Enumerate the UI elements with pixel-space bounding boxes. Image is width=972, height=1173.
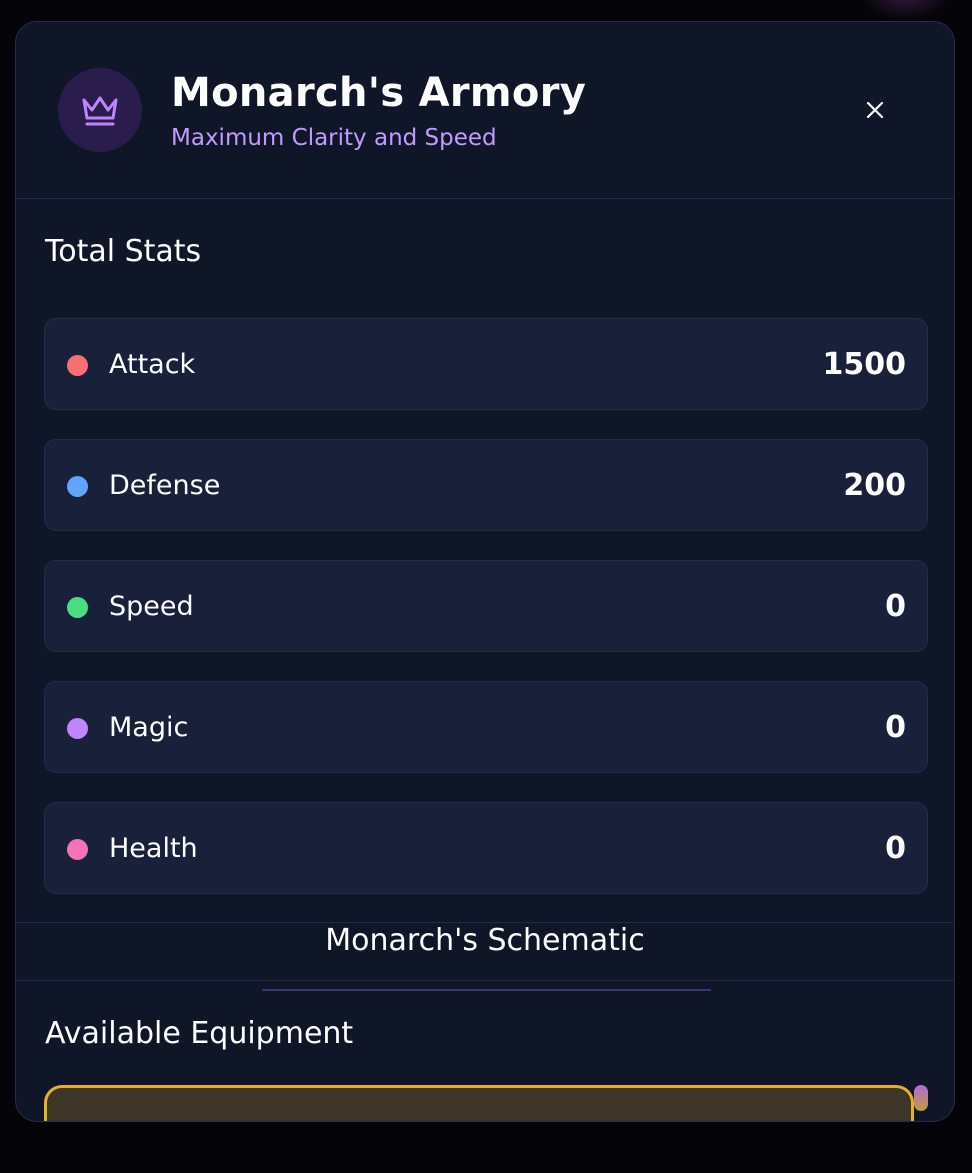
stat-label: Speed: [109, 591, 194, 622]
page-subtitle: Maximum Clarity and Speed: [171, 125, 497, 151]
stat-value: 0: [885, 710, 906, 745]
crown-icon: [82, 96, 118, 126]
attack-dot-icon: [67, 355, 88, 376]
defense-dot-icon: [67, 476, 88, 497]
crown-badge: [58, 68, 142, 152]
stat-label: Magic: [109, 712, 189, 743]
background-glow: [860, 0, 950, 20]
equipment-card[interactable]: [44, 1085, 914, 1121]
stat-label: Health: [109, 833, 198, 864]
scrollbar-thumb[interactable]: [914, 1085, 928, 1111]
stat-value: 0: [885, 831, 906, 866]
page-title: Monarch's Armory: [171, 70, 587, 116]
stat-card-health: Health 0: [44, 802, 928, 894]
stat-value: 200: [843, 468, 906, 503]
close-button[interactable]: [859, 94, 891, 126]
stat-label: Attack: [109, 349, 196, 380]
stat-card-defense: Defense 200: [44, 439, 928, 531]
schematic-tab-label: Monarch's Schematic: [325, 923, 645, 958]
stat-value: 0: [885, 589, 906, 624]
magic-dot-icon: [67, 718, 88, 739]
schematic-tab[interactable]: Monarch's Schematic: [16, 922, 954, 981]
stat-card-magic: Magic 0: [44, 681, 928, 773]
stat-label: Defense: [109, 470, 221, 501]
close-icon: [866, 101, 884, 119]
stat-card-attack: Attack 1500: [44, 318, 928, 410]
stat-card-speed: Speed 0: [44, 560, 928, 652]
speed-dot-icon: [67, 597, 88, 618]
modal-header: Monarch's Armory Maximum Clarity and Spe…: [16, 22, 954, 199]
armory-modal: Monarch's Armory Maximum Clarity and Spe…: [15, 21, 955, 1122]
stat-value: 1500: [822, 347, 907, 382]
schematic-tab-indicator: [262, 989, 711, 991]
health-dot-icon: [67, 839, 88, 860]
total-stats-heading: Total Stats: [45, 234, 202, 269]
available-equipment-heading: Available Equipment: [45, 1016, 354, 1051]
